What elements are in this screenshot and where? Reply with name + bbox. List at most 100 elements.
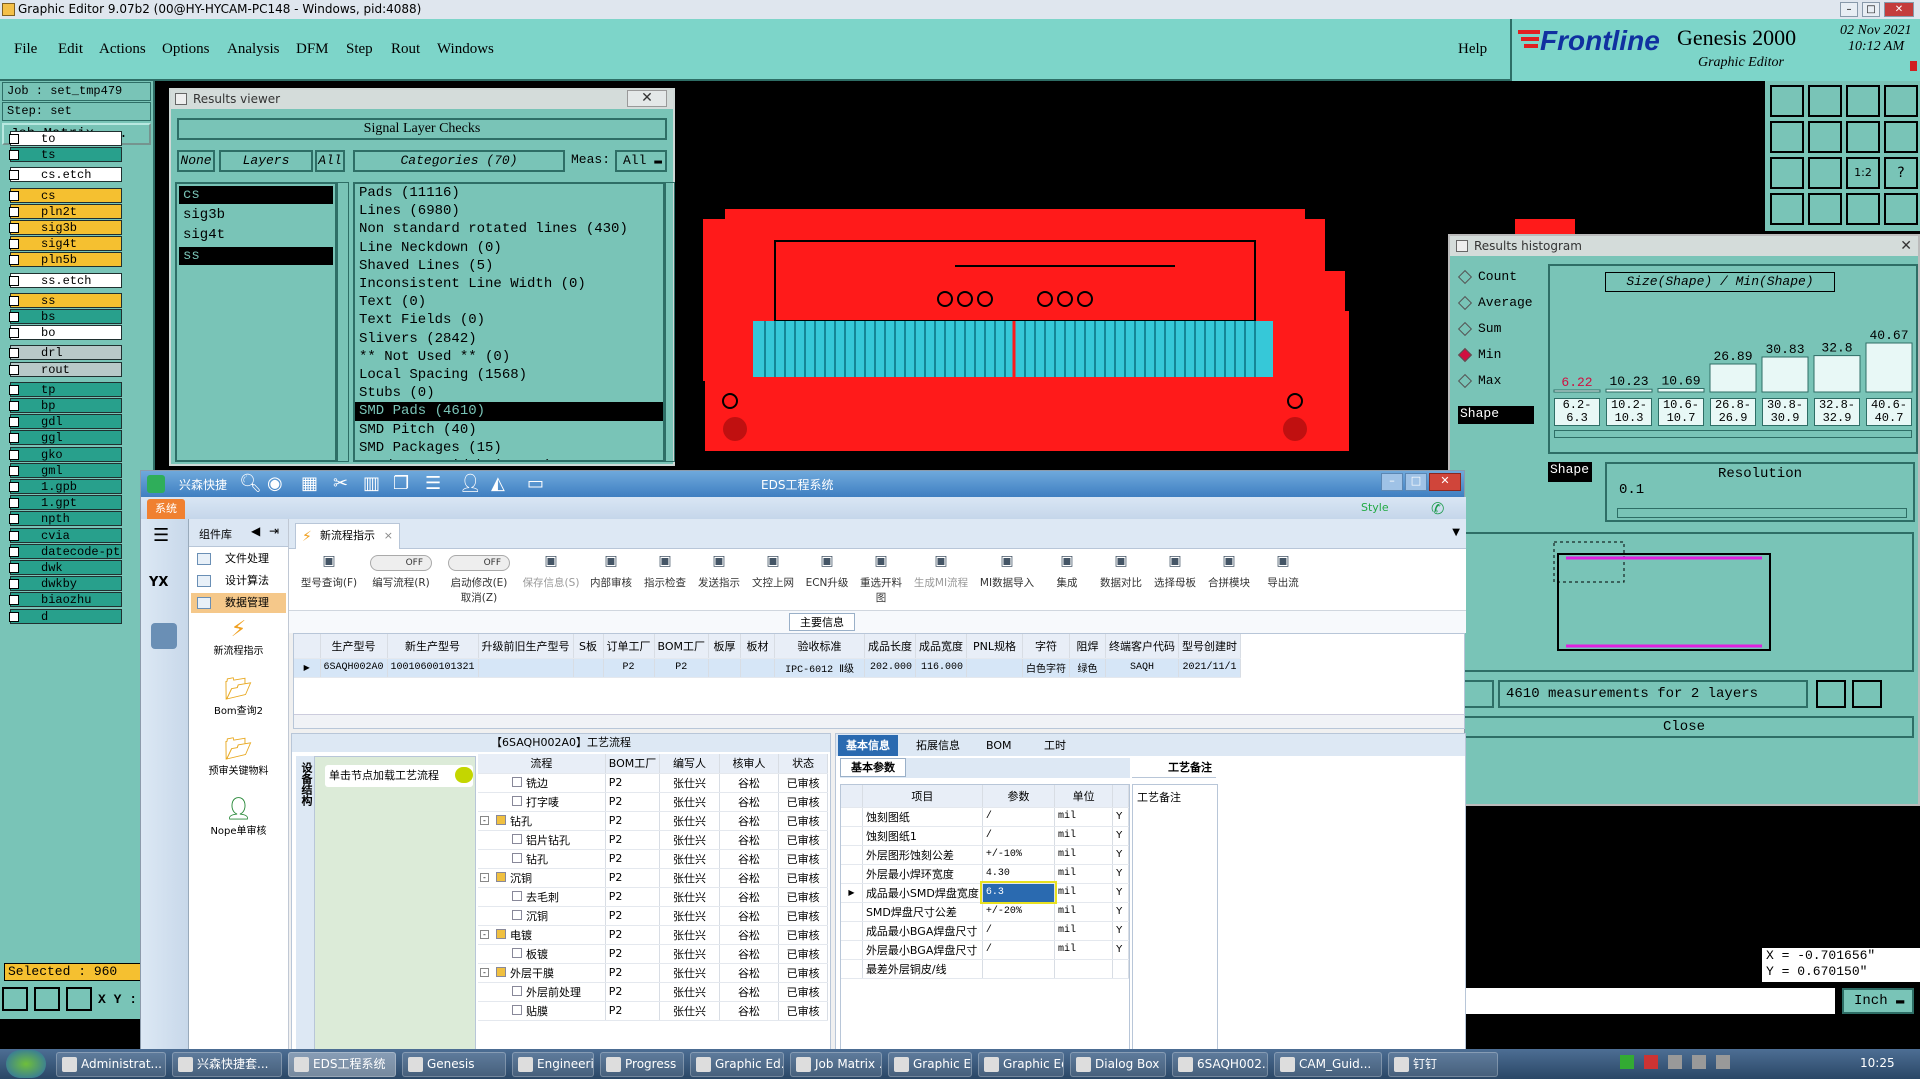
grid-column-header[interactable]: 板材 bbox=[740, 634, 776, 659]
layer-row-rout[interactable]: rout bbox=[9, 361, 122, 377]
style-label[interactable]: Style bbox=[1361, 501, 1389, 514]
collapse-icon[interactable]: - bbox=[480, 872, 489, 882]
grid-tool-icon[interactable] bbox=[66, 987, 92, 1011]
collapse-right-icon[interactable]: ⇥ bbox=[269, 524, 279, 538]
menu-edit[interactable]: Edit bbox=[58, 41, 83, 58]
category-list-scrollbar[interactable] bbox=[665, 182, 675, 462]
param-value[interactable]: / bbox=[982, 807, 1056, 827]
info-tab-1[interactable]: 拓展信息 bbox=[908, 735, 968, 756]
toolbar-button-16[interactable]: ▣ 合拼模块 bbox=[1203, 553, 1255, 609]
launcher-1[interactable]: 📂︎ Bom查询2 bbox=[189, 677, 288, 733]
eds-close-button[interactable]: ✕ bbox=[1429, 473, 1461, 491]
sidebar-item-0[interactable]: 文件处理 bbox=[191, 549, 286, 569]
volume-icon[interactable] bbox=[1716, 1055, 1730, 1069]
pan-icon[interactable] bbox=[1770, 157, 1804, 189]
layer-checkbox[interactable] bbox=[9, 255, 19, 266]
layer-checkbox[interactable] bbox=[9, 328, 19, 339]
menu-analysis[interactable]: Analysis bbox=[227, 41, 280, 58]
histogram-range[interactable]: 6.2- 6.3 bbox=[1554, 398, 1600, 426]
param-value[interactable]: +/-20% bbox=[982, 902, 1056, 922]
layer-row-sig4t[interactable]: sig4t bbox=[9, 236, 122, 252]
layer-checkbox[interactable] bbox=[9, 170, 19, 181]
histogram-bar[interactable] bbox=[1813, 355, 1861, 393]
param-value[interactable]: 6.3 bbox=[980, 881, 1057, 904]
menu-options[interactable]: Options bbox=[162, 41, 210, 58]
param-value[interactable]: +/-10% bbox=[982, 845, 1056, 865]
param-row[interactable]: 最差外层铜皮/线 bbox=[841, 959, 1129, 979]
menu-step[interactable]: Step bbox=[346, 41, 373, 58]
tab-close-icon[interactable]: × bbox=[384, 524, 393, 548]
layer-checkbox[interactable] bbox=[9, 563, 19, 573]
histogram-close-button[interactable]: Close bbox=[1454, 716, 1914, 738]
layer-checkbox[interactable] bbox=[9, 348, 19, 359]
collapse-left-icon[interactable]: ◀ bbox=[251, 524, 260, 538]
collapse-icon[interactable]: - bbox=[480, 929, 489, 939]
params-column-header[interactable]: 单位 bbox=[1054, 785, 1114, 808]
grid-column-header[interactable]: 成品宽度 bbox=[915, 634, 968, 659]
tool-icon-5[interactable] bbox=[1770, 121, 1804, 153]
menu-help[interactable]: Help bbox=[1458, 41, 1487, 58]
grid-scrollbar[interactable] bbox=[294, 714, 1464, 728]
grid-cell[interactable]: 2021/11/1 bbox=[1178, 658, 1242, 678]
flow-row[interactable]: 铝片钻孔 P2 张仕兴 谷松 已审核 bbox=[478, 830, 828, 850]
shape-field[interactable]: Shape bbox=[1458, 406, 1534, 424]
param-row[interactable]: 成品最小BGA焊盘尺寸 / mil Y bbox=[841, 921, 1129, 941]
eds-maximize-button[interactable]: □ bbox=[1405, 473, 1427, 491]
layer-checkbox[interactable] bbox=[9, 384, 19, 395]
tool-icon-2[interactable] bbox=[1808, 85, 1842, 117]
category-item[interactable]: Shaved Lines (5) bbox=[355, 257, 663, 275]
layer-checkbox[interactable] bbox=[9, 465, 19, 476]
resolution-slider[interactable] bbox=[1617, 508, 1907, 518]
histogram-bar[interactable] bbox=[1605, 388, 1653, 393]
histogram-range[interactable]: 40.6- 40.7 bbox=[1866, 398, 1912, 426]
tray-icon-1[interactable] bbox=[1620, 1055, 1634, 1069]
option-sum[interactable]: Sum bbox=[1456, 316, 1544, 342]
taskbar-item-9[interactable]: Graphic Ed... bbox=[978, 1052, 1064, 1077]
layer-checkbox[interactable] bbox=[9, 449, 19, 460]
copy-icon[interactable]: ❐ bbox=[393, 473, 415, 495]
category-item[interactable]: Conductor width (16692) bbox=[355, 457, 663, 460]
flow-row[interactable]: 板镀 P2 张仕兴 谷松 已审核 bbox=[478, 944, 828, 964]
flow-column-header[interactable]: 核审人 bbox=[719, 754, 780, 774]
menu-dfm[interactable]: DFM bbox=[296, 41, 329, 58]
option-max[interactable]: Max bbox=[1456, 368, 1544, 394]
tray-icon-2[interactable] bbox=[1644, 1055, 1658, 1069]
layer-row-1.gpt[interactable]: 1.gpt bbox=[9, 495, 122, 511]
grid-column-header[interactable]: S板 bbox=[573, 634, 604, 659]
layer-checkbox[interactable] bbox=[9, 433, 19, 444]
param-row[interactable]: 外层最小焊环宽度 4.30 mil Y bbox=[841, 864, 1129, 884]
param-row[interactable]: 蚀刻图纸 / mil Y bbox=[841, 807, 1129, 827]
shape-toggle[interactable]: Shape bbox=[1548, 462, 1592, 482]
layer-row-drl[interactable]: drl bbox=[9, 345, 122, 361]
result-layer-sig4t[interactable]: sig4t bbox=[179, 226, 333, 244]
layer-checkbox[interactable] bbox=[9, 417, 19, 428]
toolbar-button-7[interactable]: ▣ 发送指示 bbox=[693, 553, 745, 609]
layer-row-to[interactable]: to bbox=[9, 131, 122, 146]
tool-icon-14[interactable] bbox=[1808, 193, 1842, 225]
tool-icon-13[interactable] bbox=[1770, 193, 1804, 225]
histogram-bar[interactable] bbox=[1865, 342, 1913, 393]
layer-row-ggl[interactable]: ggl bbox=[9, 430, 122, 446]
param-value[interactable]: / bbox=[982, 826, 1056, 846]
grid-cell[interactable]: P2 bbox=[603, 658, 655, 678]
home-icon[interactable] bbox=[1846, 85, 1880, 117]
option-count[interactable]: Count bbox=[1456, 264, 1544, 290]
histogram-scrollbar[interactable] bbox=[1554, 430, 1912, 438]
layer-row-sig3b[interactable]: sig3b bbox=[9, 220, 122, 235]
tool-icon-4[interactable] bbox=[1884, 85, 1918, 117]
taskbar-item-13[interactable]: 钉钉 bbox=[1388, 1052, 1498, 1077]
tab-dropdown-icon[interactable]: ▼ bbox=[1452, 527, 1460, 538]
grid-cell[interactable]: P2 bbox=[654, 658, 710, 678]
taskbar-item-5[interactable]: Progress bbox=[600, 1052, 684, 1077]
param-row[interactable]: ▶ 成品最小SMD焊盘宽度 6.3 mil Y bbox=[841, 881, 1129, 904]
histogram-bar[interactable] bbox=[1657, 388, 1705, 393]
flow-row[interactable]: 钻孔 P2 张仕兴 谷松 已审核 bbox=[478, 849, 828, 869]
flow-row[interactable]: 外层前处理 P2 张仕兴 谷松 已审核 bbox=[478, 982, 828, 1002]
taskbar-item-8[interactable]: Graphic Ed... bbox=[888, 1052, 972, 1077]
layer-checkbox[interactable] bbox=[9, 239, 19, 250]
toolbar-button-13[interactable]: ▣ 集成 bbox=[1041, 553, 1093, 609]
flow-row[interactable]: - 沉铜 P2 张仕兴 谷松 已审核 bbox=[478, 868, 828, 888]
grid-cell[interactable] bbox=[573, 658, 604, 678]
flow-row[interactable]: 打字唛 P2 张仕兴 谷松 已审核 bbox=[478, 792, 828, 812]
layer-row-ss.etch[interactable]: ss.etch bbox=[9, 272, 122, 288]
